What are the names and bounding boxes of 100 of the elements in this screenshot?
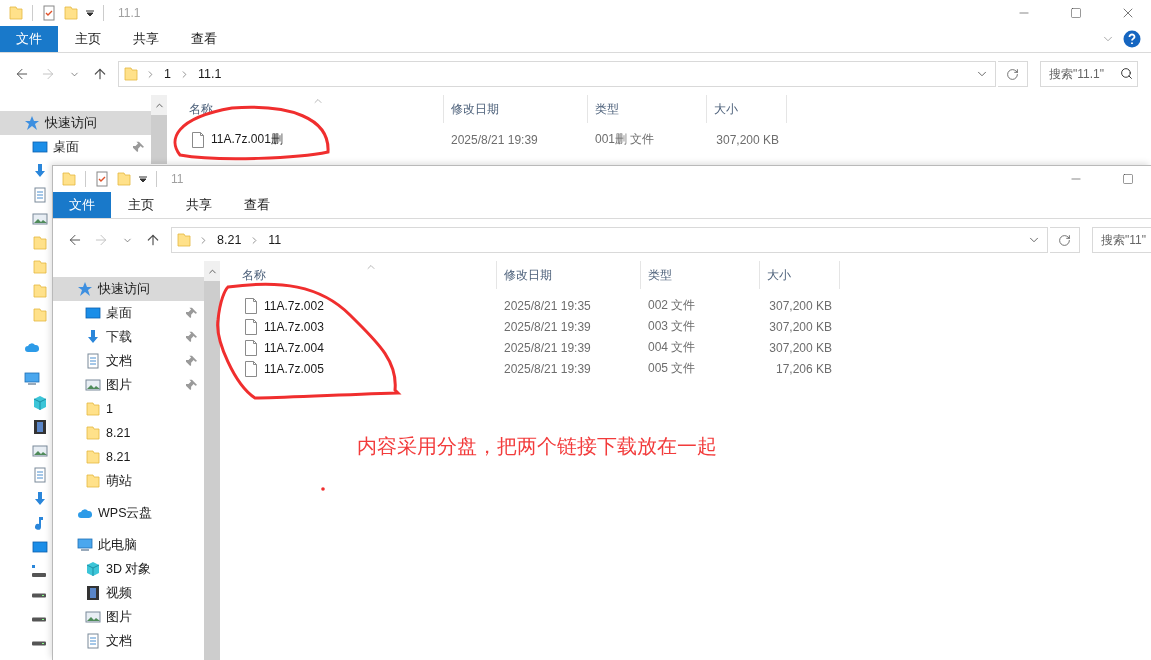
star-icon [24,115,40,131]
nav-item[interactable]: 图片 [53,373,204,397]
modified-date: 2025/8/21 19:39 [503,340,592,355]
nav-item[interactable]: 文档 [53,349,204,373]
folder-icon [85,401,101,417]
column-header[interactable]: 大小 [760,261,840,289]
refresh-button[interactable] [998,61,1028,87]
window-title: 11.1 [118,6,142,20]
network-drive-icon [32,565,46,577]
file-icon [244,360,258,377]
document-icon [32,467,48,483]
address-bar[interactable]: 1 11.1 [118,61,996,87]
nav-item[interactable]: 此电脑 [53,533,204,557]
nav-label: 1 [106,402,114,416]
nav-label: 文档 [106,352,133,370]
nav-item[interactable]: 8.21 [53,445,204,469]
ribbon-tab[interactable]: 主页 [113,192,169,218]
checklist-icon [94,171,110,187]
nav-item[interactable]: 图片 [53,605,204,629]
file-name[interactable]: 11A.7z.001删 [211,131,283,148]
ribbon-tab[interactable]: 共享 [118,26,174,52]
nav-label: 视频 [106,584,133,602]
image-icon [85,377,101,393]
column-header[interactable]: 名称 [220,261,497,289]
cube-icon [32,395,48,411]
ribbon-tab[interactable]: 文件 [53,192,111,218]
nav-item[interactable]: 3D 对象 [53,557,204,581]
nav-item[interactable]: 快速访问 [0,111,151,135]
scrollbar[interactable] [151,95,167,164]
modified-date: 2025/8/21 19:39 [450,132,539,147]
nav-item[interactable]: 快速访问 [53,277,204,301]
nav-item[interactable]: 桌面 [0,135,151,159]
annotation-dot [321,487,325,491]
nav-label: 快速访问 [98,280,151,298]
ribbon-tab[interactable]: 共享 [171,192,227,218]
column-header[interactable]: 类型 [588,95,707,123]
nav-item[interactable]: 桌面 [53,301,204,325]
search-icon[interactable] [1120,67,1133,80]
search-field[interactable]: 搜索"11.1" [1040,61,1138,87]
file-name[interactable]: 11A.7z.002 [264,298,324,313]
file-type: 002 文件 [647,297,697,314]
ribbon-tab[interactable]: 主页 [60,26,116,52]
breadcrumb-item[interactable]: 8.21 [215,233,244,247]
file-size: 17,206 KB [774,361,833,376]
file-name[interactable]: 11A.7z.005 [264,361,324,376]
maximize-icon [1122,173,1134,185]
nav-item[interactable]: 8.21 [53,421,204,445]
nav-label: 图片 [106,608,133,626]
file-icon [191,131,205,148]
drive-icon [32,592,46,598]
scrollbar[interactable] [204,261,220,660]
column-header[interactable]: 大小 [707,95,787,123]
ribbon-tab[interactable]: 查看 [176,26,232,52]
address-bar[interactable]: 8.21 11 [171,227,1048,253]
nav-item[interactable]: 文档 [53,629,204,653]
file-name[interactable]: 11A.7z.004 [264,340,324,355]
breadcrumb-item[interactable]: 11.1 [195,67,224,81]
document-icon [85,353,101,369]
breadcrumb-item[interactable]: 1 [162,67,173,81]
column-header[interactable]: 类型 [641,261,760,289]
pin-icon[interactable] [186,307,198,319]
desktop-icon [32,539,48,555]
nav-item[interactable]: 视频 [53,581,204,605]
column-header[interactable]: 修改日期 [497,261,641,289]
nav-item[interactable]: 萌站 [53,469,204,493]
monitor-icon [77,537,93,553]
column-header[interactable]: 修改日期 [444,95,588,123]
pin-icon[interactable] [186,379,198,391]
nav-label: 3D 对象 [106,560,153,578]
nav-label: 图片 [106,376,133,394]
film-icon [32,419,48,435]
breadcrumb-item[interactable]: 11 [266,233,284,247]
file-type: 004 文件 [647,339,697,356]
ribbon-tab[interactable]: 查看 [229,192,285,218]
nav-label: 8.21 [106,450,132,464]
nav-item[interactable]: WPS云盘 [53,501,204,525]
folder-icon [32,283,48,299]
nav-label: 8.21 [106,426,132,440]
desktop-icon [85,305,101,321]
modified-date: 2025/8/21 19:39 [503,319,592,334]
pin-icon[interactable] [186,355,198,367]
file-icon [244,297,258,314]
nav-item[interactable]: 1 [53,397,204,421]
image-icon [32,443,48,459]
nav-item[interactable]: 下载 [53,325,204,349]
ribbon-tab[interactable]: 文件 [0,26,58,52]
folder-icon [61,171,77,187]
folder-icon [85,425,101,441]
pin-icon[interactable] [133,141,145,153]
pin-icon[interactable] [186,331,198,343]
file-name[interactable]: 11A.7z.003 [264,319,324,334]
modified-date: 2025/8/21 19:39 [503,361,592,376]
search-field[interactable]: 搜索"11" [1092,227,1151,253]
monitor-icon [24,371,40,387]
file-size: 307,200 KB [768,319,833,334]
folder-icon [8,5,24,21]
modified-date: 2025/8/21 19:35 [503,298,592,313]
maximize-icon [1070,7,1082,19]
file-type: 001删 文件 [594,131,656,148]
refresh-button[interactable] [1050,227,1080,253]
